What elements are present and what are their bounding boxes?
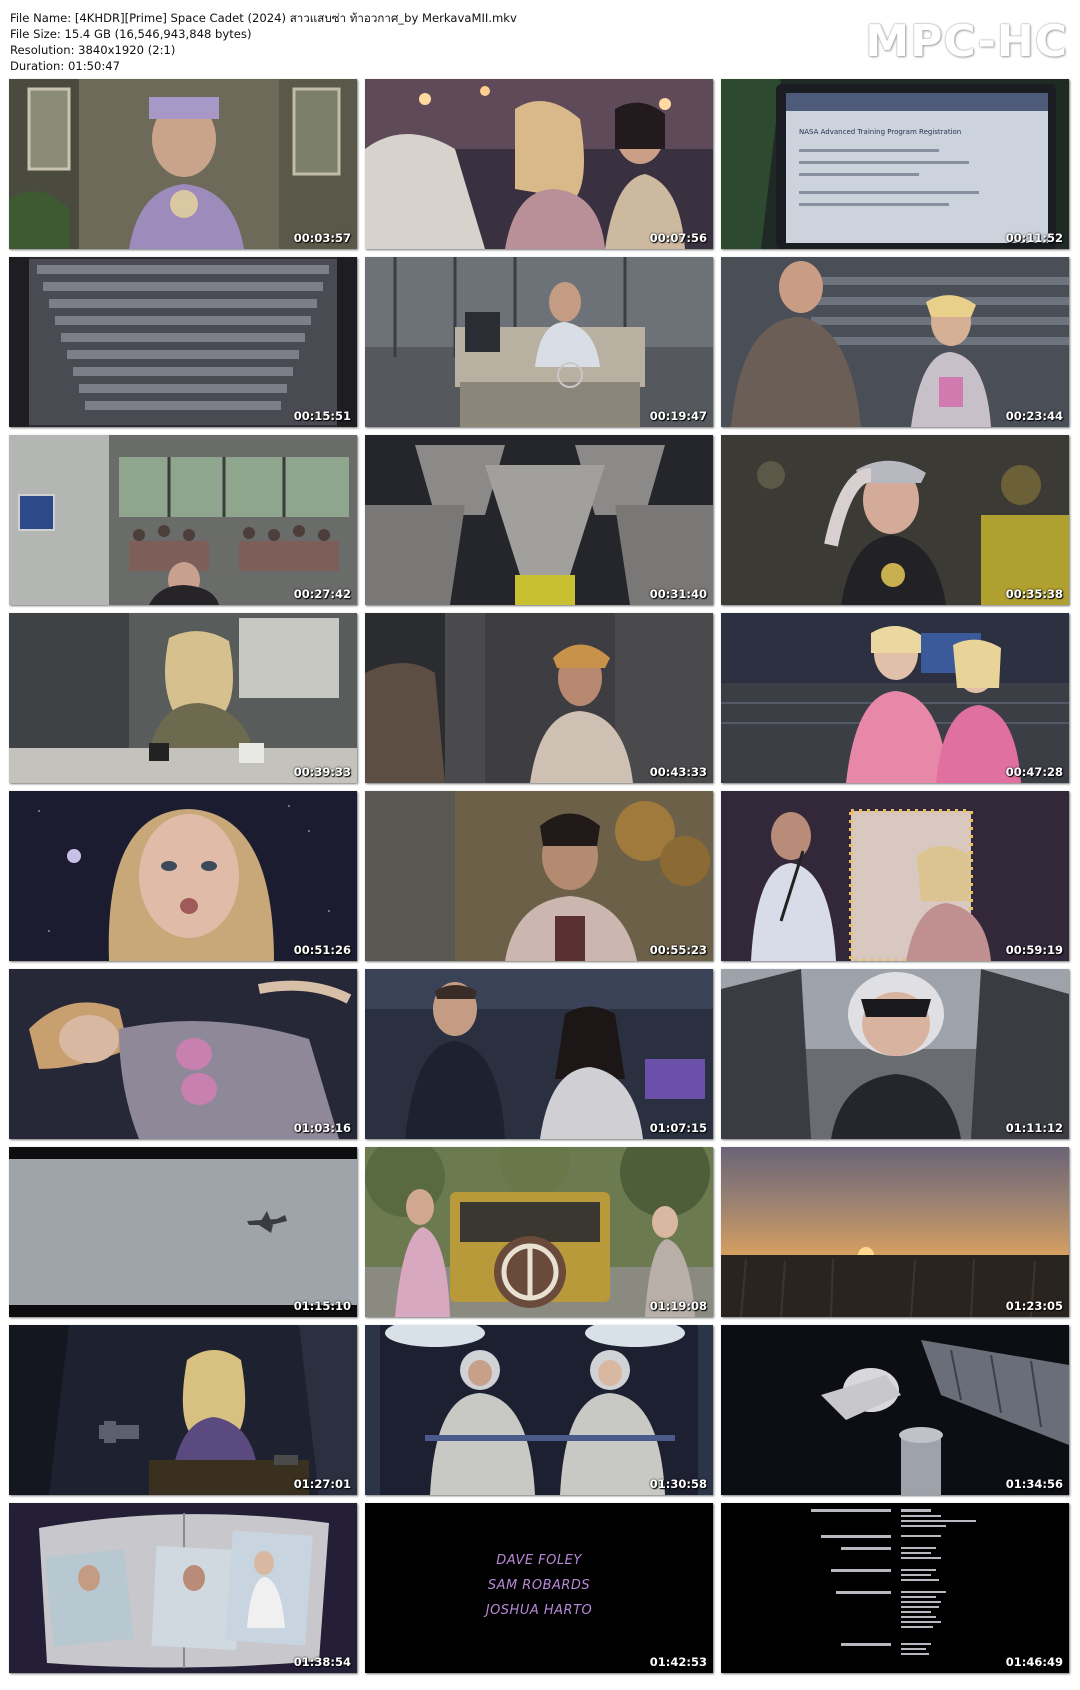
frame-scene-laptop-screen: NASA Advanced Training Program Registrat…: [721, 79, 1069, 249]
frame-scene-karaoke: [721, 791, 1069, 961]
thumbnail-timestamp: 01:19:08: [649, 1299, 707, 1313]
frame-scene-pilot-cockpit: [721, 969, 1069, 1139]
frame-scene-two-women-pink: [721, 613, 1069, 783]
thumbnail-timestamp: 00:07:56: [649, 231, 707, 245]
thumbnail-frame[interactable]: 01:19:08: [365, 1147, 713, 1317]
file-name-label: File Name: [4KHDR][Prime] Space Cadet (2…: [10, 11, 517, 25]
thumbnail-timestamp: 00:59:19: [1005, 943, 1063, 957]
frame-scene-classroom: [9, 435, 357, 605]
thumbnail-frame[interactable]: 01:30:58: [365, 1325, 713, 1495]
thumbnail-frame[interactable]: 00:31:40: [365, 435, 713, 605]
thumbnail-frame[interactable]: 00:55:23: [365, 791, 713, 961]
frame-scene-crowd: [365, 79, 713, 249]
thumbnail-frame[interactable]: 01:15:10: [9, 1147, 357, 1317]
thumbnail-frame[interactable]: 00:47:28: [721, 613, 1069, 783]
frame-scene-office-desk: [365, 257, 713, 427]
thumbnail-timestamp: 00:51:26: [293, 943, 351, 957]
thumbnail-timestamp: 00:55:23: [649, 943, 707, 957]
thumbnail-timestamp: 00:27:42: [293, 587, 351, 601]
thumbnail-frame[interactable]: DAVE FOLEY SAM ROBARDS JOSHUA HARTO 01:4…: [365, 1503, 713, 1673]
credit-name: DAVE FOLEY: [496, 1553, 582, 1568]
laptop-screen-text: NASA Advanced Training Program Registrat…: [799, 128, 961, 136]
frame-scene-woman-at-desk: [9, 613, 357, 783]
frame-scene-sunset-field: [721, 1147, 1069, 1317]
frame-scene-end-credits: [721, 1503, 1069, 1673]
thumbnail-frame[interactable]: 00:07:56: [365, 79, 713, 249]
frame-scene-rocket-engines: [365, 435, 713, 605]
credit-name: JOSHUA HARTO: [485, 1603, 593, 1618]
thumbnail-frame[interactable]: 00:35:38: [721, 435, 1069, 605]
thumbnail-timestamp: 00:39:33: [293, 765, 351, 779]
thumbnail-timestamp: 00:35:38: [1005, 587, 1063, 601]
thumbnail-timestamp: 01:23:05: [1005, 1299, 1063, 1313]
frame-scene-ceiling: [9, 257, 357, 427]
thumbnail-frame[interactable]: 00:23:44: [721, 257, 1069, 427]
thumbnail-frame[interactable]: 01:23:05: [721, 1147, 1069, 1317]
thumbnail-frame[interactable]: 00:19:47: [365, 257, 713, 427]
frame-scene-woman-lying: [9, 969, 357, 1139]
thumbnail-timestamp: 00:11:52: [1005, 231, 1063, 245]
frame-scene-photo-album: [9, 1503, 357, 1673]
frame-scene-jeep: [365, 1147, 713, 1317]
thumbnail-timestamp: 01:34:56: [1005, 1477, 1063, 1491]
frame-scene-woman-headwrap: [365, 613, 713, 783]
file-info-header: File Name: [4KHDR][Prime] Space Cadet (2…: [10, 10, 517, 74]
thumbnail-timestamp: 01:07:15: [649, 1121, 707, 1135]
thumbnail-timestamp: 00:43:33: [649, 765, 707, 779]
frame-scene-two-people-hall: [721, 257, 1069, 427]
thumbnail-frame[interactable]: 01:11:12: [721, 969, 1069, 1139]
credit-name: SAM ROBARDS: [487, 1578, 591, 1593]
thumbnail-timestamp: 01:03:16: [293, 1121, 351, 1135]
duration-label: Duration: 01:50:47: [10, 59, 121, 73]
thumbnail-frame[interactable]: 00:43:33: [365, 613, 713, 783]
thumbnail-frame[interactable]: 00:39:33: [9, 613, 357, 783]
frame-scene-jet-sky: [9, 1147, 357, 1317]
thumbnail-frame[interactable]: 01:38:54: [9, 1503, 357, 1673]
thumbnail-frame[interactable]: NASA Advanced Training Program Registrat…: [721, 79, 1069, 249]
thumbnail-timestamp: 01:15:10: [293, 1299, 351, 1313]
thumbnail-frame[interactable]: 00:27:42: [9, 435, 357, 605]
thumbnail-timestamp: 00:47:28: [1005, 765, 1063, 779]
mpc-hc-logo: MPC-HC: [865, 16, 1068, 67]
thumbnail-timestamp: 01:30:58: [649, 1477, 707, 1491]
thumbnail-timestamp: 00:03:57: [293, 231, 351, 245]
thumbnail-timestamp: 00:19:47: [649, 409, 707, 423]
frame-scene-spacewalk: [721, 1325, 1069, 1495]
file-size-label: File Size: 15.4 GB (16,546,943,848 bytes…: [10, 27, 252, 41]
frame-scene-astronauts-seated: [365, 1325, 713, 1495]
thumbnail-frame[interactable]: 01:07:15: [365, 969, 713, 1139]
thumbnail-frame[interactable]: 00:51:26: [9, 791, 357, 961]
thumbnail-grid: 00:03:57 00:07:56 NASA Advanced Training…: [9, 79, 1069, 1673]
frame-scene-woman-space-bg: [9, 791, 357, 961]
thumbnail-timestamp: 00:23:44: [1005, 409, 1063, 423]
thumbnail-timestamp: 01:46:49: [1005, 1655, 1063, 1669]
thumbnail-frame[interactable]: 00:15:51: [9, 257, 357, 427]
thumbnail-frame[interactable]: 01:46:49: [721, 1503, 1069, 1673]
thumbnail-timestamp: 01:42:53: [649, 1655, 707, 1669]
thumbnail-timestamp: 00:31:40: [649, 587, 707, 601]
thumbnail-frame[interactable]: 00:03:57: [9, 79, 357, 249]
frame-scene-woman-table: [9, 1325, 357, 1495]
thumbnail-frame[interactable]: 00:59:19: [721, 791, 1069, 961]
thumbnail-timestamp: 01:38:54: [293, 1655, 351, 1669]
thumbnail-timestamp: 01:27:01: [293, 1477, 351, 1491]
thumbnail-timestamp: 01:11:12: [1005, 1121, 1063, 1135]
frame-scene-woman-outdoors: [365, 791, 713, 961]
frame-scene-phone-call: [721, 435, 1069, 605]
thumbnail-frame[interactable]: 01:34:56: [721, 1325, 1069, 1495]
thumbnail-frame[interactable]: 01:27:01: [9, 1325, 357, 1495]
frame-scene-two-people-talking: [365, 969, 713, 1139]
frame-scene-porch-woman: [9, 79, 357, 249]
resolution-label: Resolution: 3840x1920 (2:1): [10, 43, 176, 57]
thumbnail-frame[interactable]: 01:03:16: [9, 969, 357, 1139]
thumbnail-timestamp: 00:15:51: [293, 409, 351, 423]
